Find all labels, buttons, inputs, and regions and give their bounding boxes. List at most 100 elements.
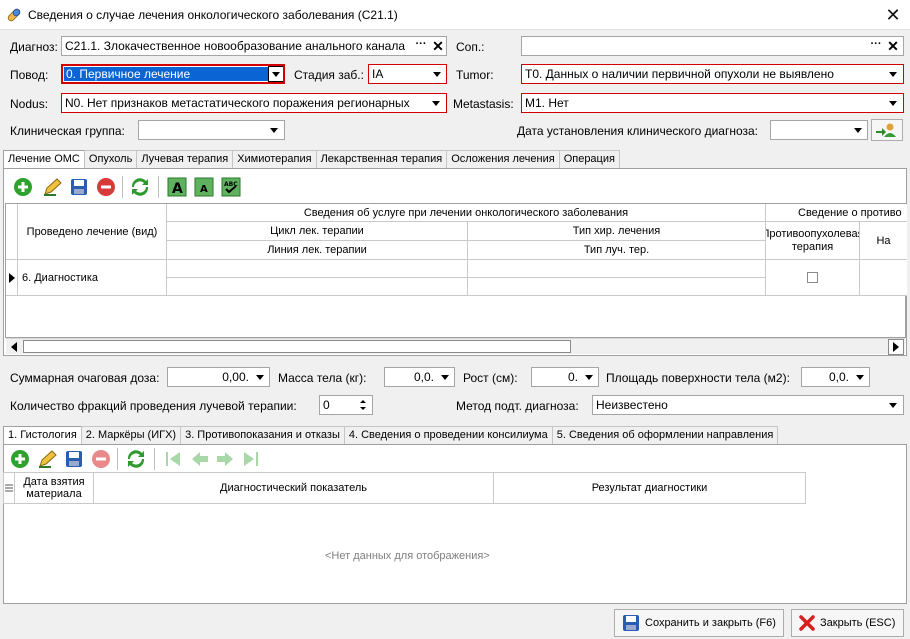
tab-markers[interactable]: 2. Маркёры (ИГХ): [80, 426, 182, 444]
last-record-icon[interactable]: [241, 449, 261, 469]
tumor-dropdown-arrow[interactable]: [885, 66, 901, 82]
tab-radiation[interactable]: Лучевая терапия: [136, 150, 234, 168]
col-header-date[interactable]: Дата взятия материала: [15, 472, 94, 504]
column-chooser-button[interactable]: [3, 472, 15, 504]
horizontal-scrollbar[interactable]: [6, 338, 905, 355]
font-increase-icon[interactable]: A: [167, 177, 187, 197]
fractions-spinner[interactable]: 0: [319, 395, 373, 415]
first-record-icon[interactable]: [163, 449, 183, 469]
height-dropdown-arrow[interactable]: [581, 369, 597, 385]
method-select[interactable]: Неизвестено: [592, 395, 904, 415]
scroll-left-button[interactable]: [6, 339, 22, 355]
refresh-icon[interactable]: [126, 449, 146, 469]
clinical-group-dropdown-arrow[interactable]: [266, 122, 282, 138]
diagnosis-field[interactable]: С21.1. Злокачественное новообразование а…: [61, 36, 447, 56]
add-icon[interactable]: [10, 449, 30, 469]
edit-icon[interactable]: [37, 449, 57, 469]
close-button[interactable]: Закрыть (ESC): [791, 609, 904, 637]
stage-value: IA: [372, 67, 384, 81]
tab-contraindications[interactable]: 3. Противопоказания и отказы: [180, 426, 345, 444]
clinical-date-field[interactable]: [770, 120, 868, 140]
sop-field[interactable]: ··· ✕: [521, 36, 904, 56]
method-value: Неизвестено: [596, 398, 668, 412]
method-dropdown-arrow[interactable]: [885, 397, 901, 413]
col-header-next[interactable]: На: [860, 222, 907, 260]
dose-dropdown-arrow[interactable]: [252, 369, 268, 385]
apply-clinical-date-button[interactable]: [871, 119, 903, 141]
row-indicator[interactable]: [6, 260, 18, 296]
empty-grid-message: <Нет данных для отображения>: [325, 550, 490, 562]
nodus-value: N0. Нет признаков метастатического пораж…: [65, 96, 410, 110]
save-icon[interactable]: [64, 449, 84, 469]
diagnosis-label: Диагноз:: [10, 40, 58, 54]
antitumor-checkbox[interactable]: [807, 272, 818, 283]
col-header-result[interactable]: Результат диагностики: [494, 472, 806, 504]
stage-dropdown-arrow[interactable]: [429, 66, 445, 82]
diagnosis-clear-button[interactable]: ✕: [430, 37, 446, 55]
tab-referral[interactable]: 5. Сведения об оформлении направления: [551, 426, 779, 444]
histology-grid-header: Дата взятия материала Диагностический по…: [3, 472, 807, 504]
delete-icon[interactable]: [96, 177, 116, 197]
spellcheck-icon[interactable]: ABC: [221, 177, 241, 197]
next-record-icon[interactable]: [215, 449, 235, 469]
delete-icon[interactable]: [91, 449, 111, 469]
col-header-cycle[interactable]: Цикл лек. терапии: [167, 222, 468, 241]
scroll-right-icon: [893, 342, 899, 352]
tab-consilium[interactable]: 4. Сведения о проведении консилиума: [343, 426, 553, 444]
previous-record-icon[interactable]: [190, 449, 210, 469]
area-field[interactable]: 0,0.: [801, 367, 870, 387]
stage-select[interactable]: IA: [368, 64, 447, 84]
save-and-close-button[interactable]: Сохранить и закрыть (F6): [614, 609, 784, 637]
povod-value: 0. Первичное лечение: [64, 67, 268, 81]
close-window-button[interactable]: ✕: [880, 3, 906, 27]
nodus-select[interactable]: N0. Нет признаков метастатического пораж…: [61, 93, 447, 113]
tab-operation[interactable]: Операция: [558, 150, 620, 168]
sop-clear-button[interactable]: ✕: [885, 37, 901, 55]
clinical-date-dropdown-arrow[interactable]: [850, 122, 866, 138]
tab-complications[interactable]: Осложения лечения: [446, 150, 560, 168]
col-header-line[interactable]: Линия лек. терапии: [167, 241, 468, 260]
diagnosis-browse-button[interactable]: ···: [414, 38, 428, 54]
tab-histology[interactable]: 1. Гистология: [3, 426, 82, 445]
col-header-surgery-type[interactable]: Тип хир. лечения: [468, 222, 766, 241]
sop-browse-button[interactable]: ···: [869, 38, 883, 54]
tumor-select[interactable]: T0. Данных о наличии первичной опухоли н…: [521, 64, 904, 84]
fractions-spin-buttons[interactable]: [356, 397, 370, 413]
col-header-indicator[interactable]: Диагностический показатель: [94, 472, 494, 504]
cell-surgery-type[interactable]: [468, 260, 766, 278]
area-value: 0,0.: [828, 370, 849, 384]
save-icon[interactable]: [69, 177, 89, 197]
mass-dropdown-arrow[interactable]: [437, 369, 453, 385]
tab-tumor[interactable]: Опухоль: [83, 150, 138, 168]
metastasis-dropdown-arrow[interactable]: [885, 95, 901, 111]
cell-next[interactable]: [860, 260, 907, 296]
col-header-treatment[interactable]: Проведено лечение (вид): [18, 204, 167, 260]
cell-treatment[interactable]: 6. Диагностика: [18, 260, 167, 296]
sop-label: Соп.:: [456, 40, 485, 54]
clinical-group-select[interactable]: [138, 120, 285, 140]
tab-treatment-oms[interactable]: Лечение ОМС: [3, 150, 85, 169]
metastasis-select[interactable]: M1. Нет: [521, 93, 904, 113]
povod-select[interactable]: 0. Первичное лечение: [61, 64, 285, 84]
height-field[interactable]: 0.: [531, 367, 599, 387]
area-dropdown-arrow[interactable]: [852, 369, 868, 385]
cell-cycle[interactable]: [167, 260, 468, 278]
cell-antitumor[interactable]: [766, 260, 860, 296]
scroll-thumb[interactable]: [23, 340, 571, 353]
col-header-radiation-type[interactable]: Тип луч. тер.: [468, 241, 766, 260]
col-header-antitumor[interactable]: Противоопухолевая терапия: [766, 222, 860, 260]
refresh-icon[interactable]: [130, 177, 150, 197]
add-icon[interactable]: [13, 177, 33, 197]
nodus-dropdown-arrow[interactable]: [428, 95, 444, 111]
edit-icon[interactable]: [42, 177, 62, 197]
mass-field[interactable]: 0,0.: [384, 367, 455, 387]
dose-field[interactable]: 0,00.: [167, 367, 270, 387]
font-decrease-icon[interactable]: A: [194, 177, 214, 197]
clinical-group-label: Клиническая группа:: [10, 124, 125, 138]
tab-chemotherapy[interactable]: Химиотерапия: [232, 150, 317, 168]
povod-dropdown-arrow[interactable]: [268, 66, 283, 82]
cell-radiation-type[interactable]: [468, 278, 766, 296]
tab-drug-therapy[interactable]: Лекарственная терапия: [315, 150, 448, 168]
scroll-right-button[interactable]: [888, 339, 904, 355]
cell-line[interactable]: [167, 278, 468, 296]
